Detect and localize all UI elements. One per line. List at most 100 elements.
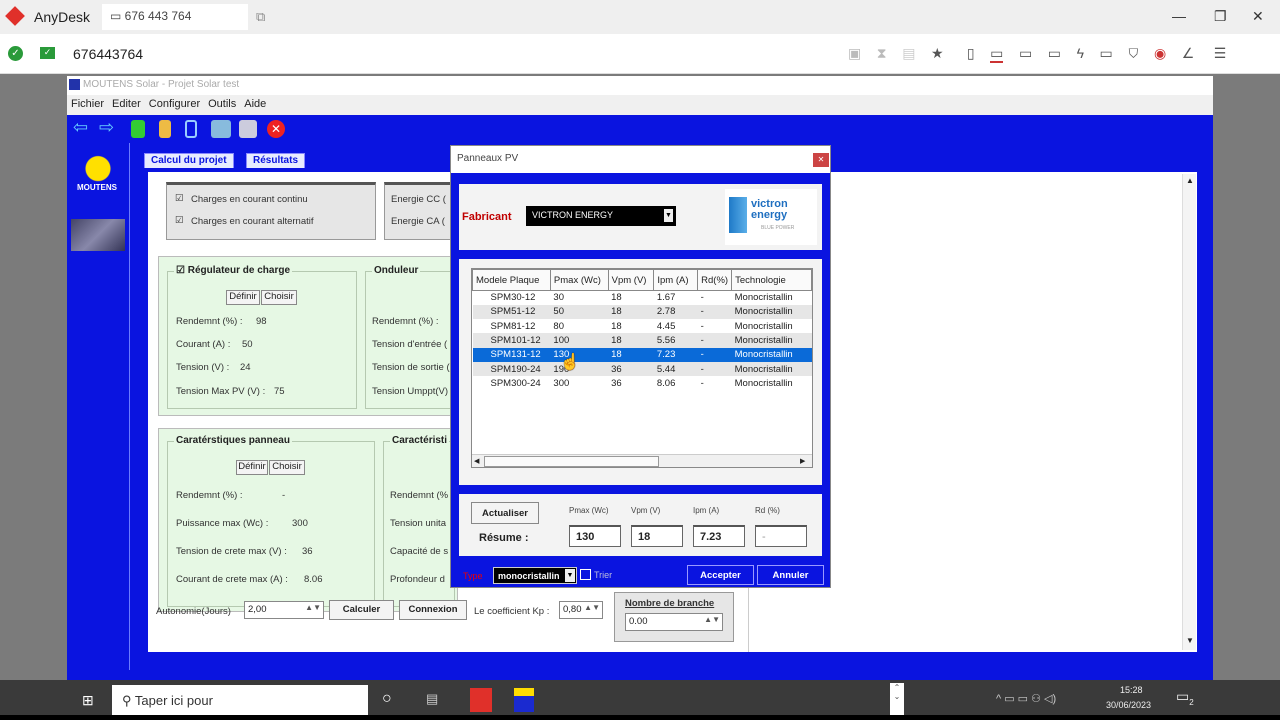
open-file-icon[interactable] xyxy=(159,120,171,138)
shield-icon[interactable]: ⛉ xyxy=(1128,45,1138,61)
keyboard-icon[interactable]: ▭ xyxy=(1100,45,1113,61)
back-arrow-icon[interactable]: ⇦ xyxy=(73,117,91,137)
choose-button[interactable]: Choisir xyxy=(269,460,305,475)
table-row[interactable]: SPM81-12 80 18 4.45 - Monocristallin xyxy=(473,319,812,333)
table-row[interactable]: SPM30-12 30 18 1.67 - Monocristallin xyxy=(473,291,812,305)
screenshot-icon[interactable]: ▣ xyxy=(848,45,861,61)
table-row[interactable]: SPM300-24 300 36 8.06 - Monocristallin xyxy=(473,376,812,390)
col-pmax[interactable]: Pmax (Wc) xyxy=(549,269,609,291)
vertical-scrollbar[interactable]: ▲ ▼ xyxy=(1182,174,1196,650)
record-icon[interactable]: ◉ xyxy=(1154,45,1166,61)
print-icon[interactable] xyxy=(239,120,257,138)
table-cell: SPM101-12 xyxy=(472,333,551,348)
chat-icon[interactable]: ▭ xyxy=(1048,45,1061,61)
display-icon[interactable]: ▭ xyxy=(990,45,1004,63)
spin-arrows-icon[interactable]: ▲▼ xyxy=(305,603,321,612)
table-cell: - xyxy=(697,347,732,362)
file-transfer-icon[interactable]: ▯ xyxy=(967,45,975,61)
actualiser-button[interactable]: Actualiser xyxy=(471,502,539,524)
windows-start-icon[interactable]: ⊞ xyxy=(82,692,94,709)
menu-configurer[interactable]: Configurer xyxy=(149,98,200,110)
branche-spinner[interactable]: 0.00 ▲▼ xyxy=(625,613,723,631)
tray-icons[interactable]: ^ ▭ ▭ ⚇ ◁) xyxy=(996,692,1056,705)
new-session-icon[interactable]: ⧉ xyxy=(256,9,265,25)
session-tab[interactable]: ▭ 676 443 764 xyxy=(102,4,248,30)
taskbar-search[interactable]: ⚲ Taper ici pour xyxy=(112,685,368,715)
table-cell: 36 xyxy=(608,361,654,377)
fabricant-select[interactable]: VICTRON ENERGY ▼ xyxy=(526,206,676,226)
table-row[interactable]: SPM101-12 100 18 5.56- Monocristallin xyxy=(472,333,812,348)
table-cell: - xyxy=(700,320,704,332)
choose-button[interactable]: Choisir xyxy=(261,290,297,305)
chevron-down-icon[interactable]: ▼ xyxy=(664,209,673,222)
scroll-thumb[interactable] xyxy=(484,456,659,467)
hourglass-icon[interactable]: ⧗ xyxy=(877,45,887,61)
cortana-icon[interactable]: ○ xyxy=(382,690,392,708)
address-value[interactable]: 676443764 xyxy=(73,46,143,62)
draw-icon[interactable]: ∠ xyxy=(1182,45,1195,61)
cart-icon[interactable] xyxy=(211,120,231,138)
annuler-button[interactable]: Annuler xyxy=(757,565,824,585)
monitor-icon[interactable]: ▭ xyxy=(1019,45,1032,61)
table-cell: 18 xyxy=(608,333,654,348)
table-cell: - xyxy=(697,304,732,320)
new-file-icon[interactable] xyxy=(131,120,145,138)
ac-checkbox[interactable]: ☑ xyxy=(175,215,184,226)
task-view-icon[interactable]: ▤ xyxy=(426,691,438,707)
remote-scroll[interactable]: ⌃ ⌄ xyxy=(890,683,904,717)
chevron-down-icon[interactable]: ▼ xyxy=(565,569,575,582)
forward-arrow-icon[interactable]: ⇨ xyxy=(99,117,117,137)
table-cell: 80 xyxy=(553,320,564,332)
table-cell: 300 xyxy=(553,377,570,389)
menu-icon[interactable]: ☰ xyxy=(1214,45,1227,61)
autonomie-spinner[interactable]: 2,00 ▲▼ xyxy=(244,601,324,619)
scroll-down-icon[interactable]: ▼ xyxy=(1186,636,1194,645)
table-row[interactable]: SPM131-12 130 18 7.23- Monocristallin xyxy=(472,347,812,362)
maximize-icon[interactable]: ❐ xyxy=(1214,8,1227,25)
minimize-icon[interactable]: — xyxy=(1172,8,1186,24)
col-vpm[interactable]: Vpm (V) xyxy=(607,269,655,291)
tab-resultats[interactable]: Résultats xyxy=(246,153,306,168)
scroll-up-icon[interactable]: ▲ xyxy=(1186,176,1194,185)
menu-outils[interactable]: Outils xyxy=(208,98,236,110)
notification-icon[interactable]: ▭2 xyxy=(1176,688,1194,707)
panel-table-grid: Modele Plaque Pmax (Wc) Vpm (V) Ipm (A) … xyxy=(472,269,812,391)
menu-aide[interactable]: Aide xyxy=(244,98,266,110)
tab-calcul-projet[interactable]: Calcul du projet xyxy=(144,153,234,168)
spin-arrows-icon[interactable]: ▲▼ xyxy=(584,603,600,612)
scroll-right-icon[interactable]: ▶ xyxy=(800,457,805,465)
clipboard-icon[interactable]: ▤ xyxy=(902,45,915,61)
dc-checkbox[interactable]: ☑ xyxy=(175,193,184,204)
calculer-button[interactable]: Calculer xyxy=(329,600,394,620)
type-select[interactable]: monocristallin ▼ xyxy=(493,567,577,584)
lightning-icon[interactable]: ϟ xyxy=(1077,45,1084,61)
kp-spinner[interactable]: 0,80 ▲▼ xyxy=(559,601,603,619)
menu-editer[interactable]: Editer xyxy=(112,98,141,110)
moutens-taskbar-icon[interactable] xyxy=(514,688,534,712)
anydesk-taskbar-icon[interactable] xyxy=(470,688,492,712)
col-modele[interactable]: Modele Plaque xyxy=(472,269,551,291)
table-cell: - xyxy=(700,377,704,389)
col-technologie[interactable]: Technologie xyxy=(731,269,812,291)
menu-fichier[interactable]: Fichier xyxy=(71,98,104,110)
accepter-button[interactable]: Accepter xyxy=(687,565,754,585)
connexion-button[interactable]: Connexion xyxy=(399,600,467,620)
exit-icon[interactable]: ✕ xyxy=(267,120,285,138)
dialog-close-button[interactable]: ✕ xyxy=(813,153,829,167)
define-button[interactable]: Définir xyxy=(236,460,268,475)
close-icon[interactable]: ✕ xyxy=(1252,8,1264,25)
spin-arrows-icon[interactable]: ▲▼ xyxy=(704,615,720,624)
trier-checkbox[interactable] xyxy=(580,569,591,580)
scroll-left-icon[interactable]: ◀ xyxy=(474,457,479,465)
horizontal-scrollbar[interactable]: ◀ ▶ xyxy=(472,454,812,467)
table-row[interactable]: SPM51-12 50 18 2.78- Monocristallin xyxy=(472,304,812,320)
col-ipm[interactable]: Ipm (A) xyxy=(653,269,699,291)
regulateur-checkbox[interactable]: ☑ Régulateur de charge xyxy=(174,265,293,276)
save-icon[interactable] xyxy=(185,120,197,138)
table-cell: 50 xyxy=(550,304,609,320)
star-icon[interactable]: ★ xyxy=(931,45,944,61)
col-rd[interactable]: Rd(%) xyxy=(697,269,733,291)
define-button[interactable]: Définir xyxy=(226,290,260,305)
energy-box: Energie CC ( Energie CA ( xyxy=(384,182,454,240)
table-row[interactable]: SPM190-24 190 36 5.44- Monocristallin xyxy=(472,361,812,377)
